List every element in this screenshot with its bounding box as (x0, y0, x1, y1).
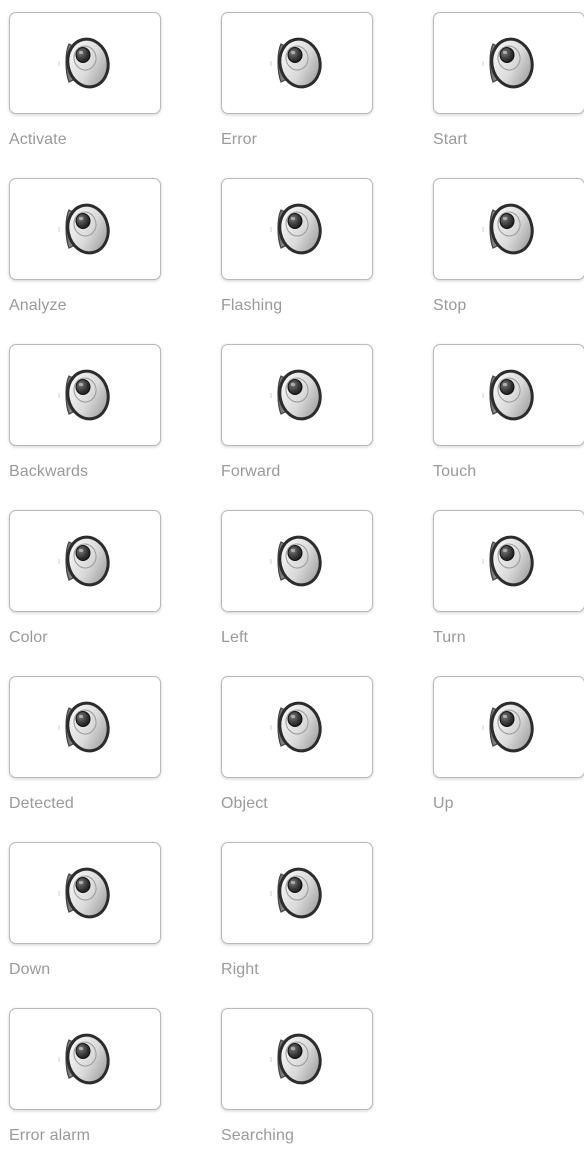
speaker-icon (479, 530, 539, 592)
speaker-icon (267, 862, 327, 924)
speaker-icon (55, 32, 115, 94)
sound-tile-error-alarm[interactable]: Error alarm (9, 1008, 161, 1174)
sound-card[interactable] (221, 676, 373, 778)
sound-card[interactable] (9, 12, 161, 114)
speaker-icon (55, 1028, 115, 1090)
speaker-icon (479, 364, 539, 426)
speaker-icon (267, 364, 327, 426)
sound-label: Error (221, 131, 258, 148)
sound-tile-error[interactable]: Error (221, 12, 373, 178)
sound-tile-backwards[interactable]: Backwards (9, 344, 161, 510)
sound-card[interactable] (9, 1008, 161, 1110)
sound-card[interactable] (9, 178, 161, 280)
speaker-icon (267, 530, 327, 592)
speaker-icon (267, 198, 327, 260)
speaker-icon (55, 530, 115, 592)
sound-label: Searching (221, 1127, 294, 1144)
sound-tile-forward[interactable]: Forward (221, 344, 373, 510)
speaker-icon (479, 696, 539, 758)
sound-tile-detected[interactable]: Detected (9, 676, 161, 842)
speaker-icon (267, 32, 327, 94)
sound-tile-down[interactable]: Down (9, 842, 161, 1008)
sound-label: Start (433, 131, 468, 148)
sound-card[interactable] (221, 178, 373, 280)
sound-label: Error alarm (9, 1127, 91, 1144)
sound-card[interactable] (221, 344, 373, 446)
sound-card[interactable] (221, 12, 373, 114)
sound-label: Stop (433, 297, 467, 314)
speaker-icon (267, 696, 327, 758)
sound-card[interactable] (9, 510, 161, 612)
sound-label: Right (221, 961, 259, 978)
sound-card[interactable] (9, 344, 161, 446)
sound-label: Object (221, 795, 268, 812)
sound-card[interactable] (433, 510, 584, 612)
sound-card[interactable] (433, 178, 584, 280)
sound-tile-right[interactable]: Right (221, 842, 373, 1008)
sound-tile-touch[interactable]: Touch (433, 344, 584, 510)
sound-label: Left (221, 629, 249, 646)
sound-tile-left[interactable]: Left (221, 510, 373, 676)
sound-label: Touch (433, 463, 477, 480)
sound-label: Color (9, 629, 48, 646)
sound-label: Up (433, 795, 454, 812)
sound-card[interactable] (433, 676, 584, 778)
sound-tile-color[interactable]: Color (9, 510, 161, 676)
sound-label: Backwards (9, 463, 89, 480)
sound-tile-stop[interactable]: Stop (433, 178, 584, 344)
sound-tile-analyze[interactable]: Analyze (9, 178, 161, 344)
sound-tile-start[interactable]: Start (433, 12, 584, 178)
sound-label: Detected (9, 795, 74, 812)
sound-tile-object[interactable]: Object (221, 676, 373, 842)
sound-tile-flashing[interactable]: Flashing (221, 178, 373, 344)
sound-label: Activate (9, 131, 67, 148)
speaker-icon (55, 198, 115, 260)
sound-tile-turn[interactable]: Turn (433, 510, 584, 676)
sound-card[interactable] (433, 344, 584, 446)
sound-label: Forward (221, 463, 281, 480)
speaker-icon (479, 198, 539, 260)
sound-label: Analyze (9, 297, 67, 314)
speaker-icon (55, 696, 115, 758)
speaker-icon (55, 862, 115, 924)
sound-card[interactable] (221, 1008, 373, 1110)
speaker-icon (267, 1028, 327, 1090)
sound-label: Flashing (221, 297, 283, 314)
speaker-icon (479, 32, 539, 94)
sound-card[interactable] (9, 842, 161, 944)
sound-tile-activate[interactable]: Activate (9, 12, 161, 178)
speaker-icon (55, 364, 115, 426)
sound-card[interactable] (221, 510, 373, 612)
sound-label: Turn (433, 629, 466, 646)
sound-card[interactable] (221, 842, 373, 944)
sound-tile-up[interactable]: Up (433, 676, 584, 842)
sound-grid: Activate Error Start Analyze Flashing St… (9, 12, 584, 1174)
sound-tile-searching[interactable]: Searching (221, 1008, 373, 1174)
sound-card[interactable] (433, 12, 584, 114)
sound-label: Down (9, 961, 51, 978)
sound-card[interactable] (9, 676, 161, 778)
